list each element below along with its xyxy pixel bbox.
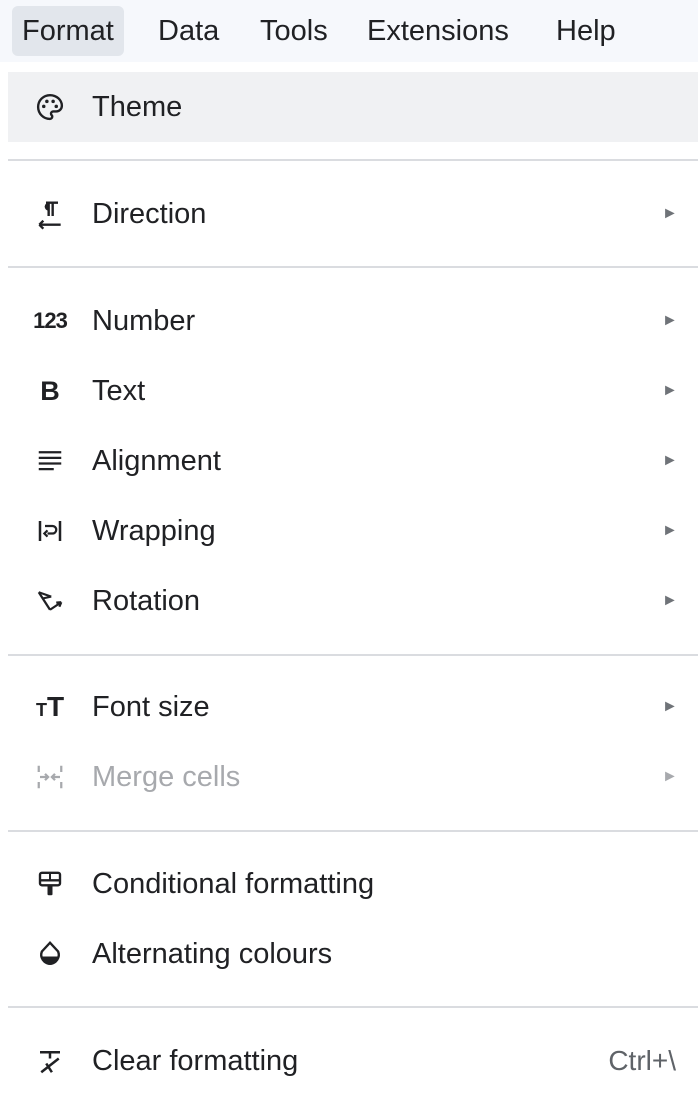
submenu-arrow-icon: ► [662,452,678,469]
menu-separator [8,1006,698,1008]
submenu-arrow-icon: ► [662,312,678,329]
menu-item-number[interactable]: 123 Number ► [8,286,698,356]
menu-item-wrapping[interactable]: Wrapping ► [8,496,698,566]
submenu-arrow-icon: ► [662,205,678,222]
text-direction-icon [32,196,68,232]
menu-item-label: Alignment [92,445,221,477]
paint-roller-icon [32,866,68,902]
menu-data[interactable]: Data [148,6,229,56]
menu-help[interactable]: Help [546,6,626,56]
menu-separator [8,654,698,656]
merge-cells-icon [32,759,68,795]
shortcut-hint: Ctrl+\ [608,1045,676,1076]
menu-item-label: Clear formatting [92,1045,299,1077]
text-rotation-icon [32,583,68,619]
menu-item-text[interactable]: B Text ► [8,356,698,426]
menu-item-label: Merge cells [92,761,241,793]
menu-item-direction[interactable]: Direction ► [8,179,698,249]
align-left-icon [32,443,68,479]
menu-bar: Format Data Tools Extensions Help [0,0,698,62]
wrap-text-icon [32,513,68,549]
menu-separator [8,266,698,268]
menu-item-label: Text [92,375,146,407]
submenu-arrow-icon: ► [662,592,678,609]
menu-item-alternating-colours[interactable]: Alternating colours [8,919,698,989]
menu-item-label: Font size [92,691,210,723]
menu-tools[interactable]: Tools [250,6,338,56]
menu-item-label: Conditional formatting [92,868,375,900]
menu-item-label: Wrapping [92,515,216,547]
font-size-icon: TT [35,691,65,722]
menu-item-font-size[interactable]: TT Font size ► [8,672,698,742]
color-drop-icon [32,936,68,972]
menu-item-clear-formatting[interactable]: Clear formatting Ctrl+\ [8,1026,698,1096]
clear-format-icon [32,1043,68,1079]
submenu-arrow-icon: ► [662,768,678,785]
menu-item-conditional-formatting[interactable]: Conditional formatting [8,849,698,919]
palette-icon [32,89,68,125]
menu-item-rotation[interactable]: Rotation ► [8,566,698,636]
menu-extensions[interactable]: Extensions [357,6,519,56]
menu-item-merge-cells: Merge cells ► [8,742,698,812]
menu-item-label: Direction [92,198,207,230]
format-menu: Theme Direction ► 123 Number ► B Text ► [8,70,698,1079]
menu-item-label: Theme [92,91,183,123]
menu-item-label: Alternating colours [92,938,333,970]
submenu-arrow-icon: ► [662,522,678,539]
number-123-icon: 123 [33,308,68,333]
menu-item-theme[interactable]: Theme [8,72,698,142]
submenu-arrow-icon: ► [662,382,678,399]
menu-item-label: Number [92,305,196,337]
menu-item-alignment[interactable]: Alignment ► [8,426,698,496]
submenu-arrow-icon: ► [662,698,678,715]
menu-separator [8,159,698,161]
menu-separator [8,830,698,832]
menu-format[interactable]: Format [12,6,124,56]
bold-icon: B [40,375,60,406]
menu-item-label: Rotation [92,585,201,617]
